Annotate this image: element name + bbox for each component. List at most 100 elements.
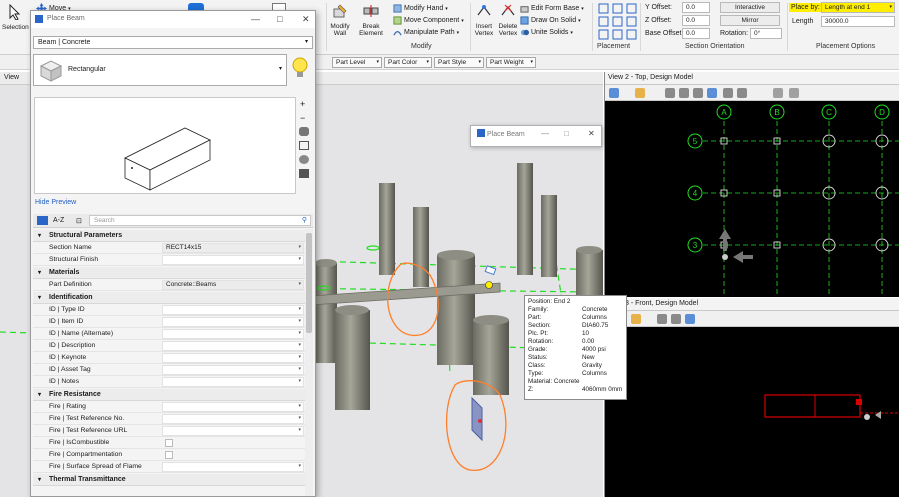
- pan-icon[interactable]: [299, 127, 309, 136]
- zoom-out-icon[interactable]: [679, 88, 689, 98]
- description-value[interactable]: ▾: [162, 341, 304, 351]
- mirror-button[interactable]: Mirror: [720, 15, 780, 26]
- row-fire-spread[interactable]: Fire | Surface Spread of Flame ▾: [33, 461, 305, 473]
- row-description[interactable]: ID | Description ▾: [33, 340, 305, 352]
- view-next-icon[interactable]: [789, 88, 799, 98]
- part-definition-value[interactable]: Concrete::Beams ▾: [162, 280, 304, 290]
- row-fire-test-ref[interactable]: Fire | Test Reference No. ▾: [33, 413, 305, 425]
- structural-finish-value[interactable]: ▾: [162, 255, 304, 265]
- row-fire-combustible[interactable]: Fire | IsCombustible: [33, 437, 305, 449]
- view-2-top[interactable]: View 2 - Top, Design Model A B C D 5 4 3: [604, 72, 899, 297]
- place-by-select[interactable]: Length at end 1 ▾: [821, 2, 895, 13]
- zoom-in-icon-3[interactable]: [657, 314, 667, 324]
- name-alternate-value[interactable]: ▾: [162, 329, 304, 339]
- layers-icon[interactable]: [299, 169, 309, 178]
- display-style-icon[interactable]: [635, 88, 645, 98]
- delete-vertex-button[interactable]: Delete Vertex: [496, 3, 520, 37]
- row-fire-test-url[interactable]: Fire | Test Reference URL ▾: [33, 425, 305, 437]
- search-input[interactable]: Search ⚲: [89, 215, 311, 226]
- fire-compartment-checkbox[interactable]: [165, 451, 173, 459]
- rotate-view-icon[interactable]: [723, 88, 733, 98]
- zoom-in-icon[interactable]: [665, 88, 675, 98]
- category-structural-parameters[interactable]: ▾ Structural Parameters: [33, 230, 305, 242]
- fit-view-icon-3[interactable]: [685, 314, 695, 324]
- insert-vertex-button[interactable]: Insert Vertex: [472, 3, 496, 37]
- part-color-select[interactable]: Part Color ▾: [384, 57, 432, 68]
- window-area-icon[interactable]: [693, 88, 703, 98]
- view-attributes-icon[interactable]: [609, 88, 619, 98]
- modify-wall-button[interactable]: Modify Wall: [328, 3, 352, 37]
- part-level-select[interactable]: Part Level ▾: [332, 57, 382, 68]
- row-type-id[interactable]: ID | Type ID ▾: [33, 304, 305, 316]
- rotation-field[interactable]: 0°: [750, 28, 782, 39]
- interactive-button[interactable]: Interactive: [720, 2, 780, 13]
- row-name-alternate[interactable]: ID | Name (Alternate) ▾: [33, 328, 305, 340]
- edit-form-base-button[interactable]: Edit Form Base ▾: [520, 4, 584, 13]
- pan-view-icon[interactable]: [737, 88, 747, 98]
- sort-az-button[interactable]: A-Z: [53, 217, 64, 224]
- asset-tag-value[interactable]: ▾: [162, 365, 304, 375]
- fit-icon[interactable]: [299, 141, 309, 150]
- fire-combustible-checkbox[interactable]: [165, 439, 173, 447]
- item-id-value[interactable]: ▾: [162, 317, 304, 327]
- minimize-icon[interactable]: —: [541, 129, 549, 138]
- close-icon[interactable]: ✕: [588, 129, 595, 138]
- manipulate-path-button[interactable]: Manipulate Path ▾: [393, 28, 459, 37]
- category-materials[interactable]: ▾ Materials: [33, 267, 305, 279]
- hide-preview-link[interactable]: Hide Preview: [35, 199, 76, 206]
- fire-test-url-value[interactable]: ▾: [162, 426, 304, 436]
- category-fire-resistance[interactable]: ▾ Fire Resistance: [33, 389, 305, 401]
- element-type-select[interactable]: Beam | Concrete ▾: [33, 36, 313, 49]
- zoom-out-icon-3[interactable]: [671, 314, 681, 324]
- move-component-button[interactable]: Move Component ▾: [393, 16, 464, 25]
- base-offset-field[interactable]: 0.0: [682, 28, 710, 39]
- row-structural-finish[interactable]: Structural Finish ▾: [33, 254, 305, 266]
- modify-hand-button[interactable]: Modify Hand ▾: [393, 4, 448, 13]
- category-identification[interactable]: ▾ Identification: [33, 292, 305, 304]
- shape-select[interactable]: Rectangular ▾: [33, 54, 287, 86]
- scrollbar-thumb[interactable]: [306, 233, 312, 333]
- view-3-front[interactable]: View 3 - Front, Design Model: [604, 298, 899, 497]
- row-section-name[interactable]: Section Name RECT14x15 ▾: [33, 242, 305, 254]
- type-id-value[interactable]: ▾: [162, 305, 304, 315]
- draw-on-solid-button[interactable]: Draw On Solid ▾: [520, 16, 581, 25]
- display-style-icon-3[interactable]: [631, 314, 641, 324]
- row-fire-rating[interactable]: Fire | Rating ▾: [33, 401, 305, 413]
- zoom-out-icon[interactable]: −: [300, 113, 305, 123]
- close-icon[interactable]: ✕: [302, 14, 310, 25]
- row-fire-compartment[interactable]: Fire | Compartmentation: [33, 449, 305, 461]
- row-item-id[interactable]: ID | Item ID ▾: [33, 316, 305, 328]
- part-style-select[interactable]: Part Style ▾: [434, 57, 484, 68]
- length-field[interactable]: 30000.0: [821, 16, 895, 27]
- part-weight-select[interactable]: Part Weight ▾: [486, 57, 536, 68]
- z-offset-field[interactable]: 0.0: [682, 15, 710, 26]
- zoom-in-icon[interactable]: +: [300, 99, 305, 109]
- maximize-icon[interactable]: □: [277, 14, 282, 24]
- view-previous-icon[interactable]: [773, 88, 783, 98]
- break-element-button[interactable]: Break Element: [356, 3, 386, 37]
- unite-solids-button[interactable]: Unite Solids ▾: [520, 28, 573, 37]
- rotate-icon[interactable]: [299, 155, 309, 164]
- placement-point-grid[interactable]: [598, 3, 638, 41]
- minimize-icon[interactable]: —: [251, 14, 260, 24]
- selection-button[interactable]: Selection: [2, 3, 29, 31]
- place-beam-dialog[interactable]: Place Beam — □ ✕ Beam | Concrete ▾ Recta…: [30, 10, 316, 497]
- row-asset-tag[interactable]: ID | Asset Tag ▾: [33, 364, 305, 376]
- keynote-value[interactable]: ▾: [162, 353, 304, 363]
- notes-value[interactable]: ▾: [162, 377, 304, 387]
- fit-view-icon[interactable]: [707, 88, 717, 98]
- row-keynote[interactable]: ID | Keynote ▾: [33, 352, 305, 364]
- categorized-icon[interactable]: [37, 216, 48, 225]
- lightbulb-icon[interactable]: [291, 56, 309, 82]
- section-name-value[interactable]: RECT14x15 ▾: [162, 243, 304, 253]
- filter-icon[interactable]: ⊡: [76, 217, 82, 225]
- fire-test-ref-value[interactable]: ▾: [162, 414, 304, 424]
- floating-place-beam-dialog[interactable]: Place Beam — □ ✕: [470, 125, 602, 147]
- maximize-icon[interactable]: □: [564, 129, 569, 138]
- row-notes[interactable]: ID | Notes ▾: [33, 376, 305, 388]
- fire-rating-value[interactable]: ▾: [162, 402, 304, 412]
- property-scrollbar[interactable]: [305, 229, 313, 496]
- fire-spread-value[interactable]: ▾: [162, 462, 304, 472]
- dialog-titlebar[interactable]: Place Beam — □ ✕: [31, 11, 315, 28]
- row-part-definition[interactable]: Part Definition Concrete::Beams ▾: [33, 279, 305, 291]
